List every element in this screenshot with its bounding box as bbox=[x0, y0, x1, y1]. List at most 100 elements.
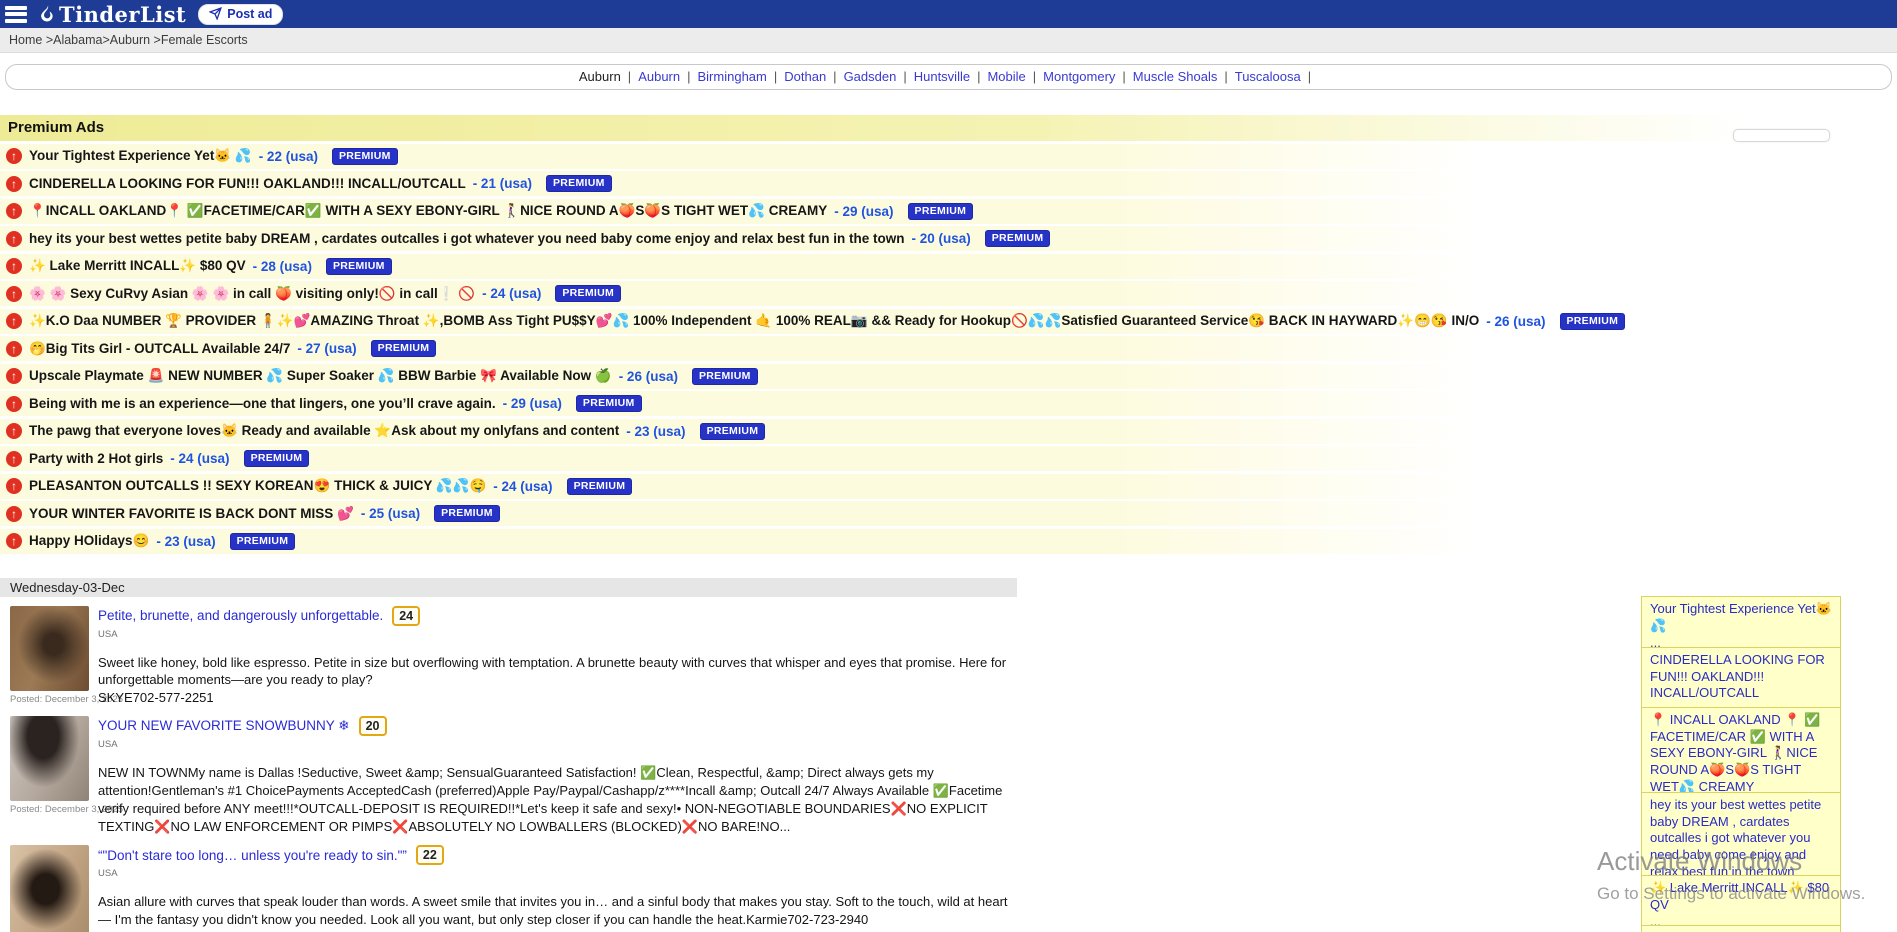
up-arrow-icon: ↑ bbox=[6, 148, 22, 164]
premium-ad-link[interactable]: PLEASANTON OUTCALLS !! SEXY KOREAN😍 THIC… bbox=[29, 478, 486, 494]
breadcrumb-bar: Home >Alabama>Auburn >Female Escorts bbox=[0, 28, 1897, 53]
hamburger-menu-icon[interactable] bbox=[5, 6, 27, 23]
listing-thumb-column: Posted: December 3, 2025 bbox=[10, 845, 89, 932]
premium-ad-link[interactable]: Upscale Playmate 🚨 NEW NUMBER 💦 Super So… bbox=[29, 368, 612, 384]
up-arrow-icon: ↑ bbox=[6, 231, 22, 247]
premium-ad-link[interactable]: 🤭Big Tits Girl - OUTCALL Available 24/7 bbox=[29, 341, 290, 357]
premium-ad-link[interactable]: Party with 2 Hot girls bbox=[29, 451, 163, 466]
premium-ad-link[interactable]: ✨K.O Daa NUMBER 🏆 PROVIDER 🧍✨💕AMAZING Th… bbox=[29, 313, 1479, 329]
city-link[interactable]: Montgomery bbox=[1043, 69, 1115, 84]
premium-ad-age: - 21 (usa) bbox=[473, 176, 532, 191]
premium-badge: PREMIUM bbox=[332, 148, 398, 165]
city-links: Auburn | Birmingham | Dothan | Gadsden | Huntsvi… bbox=[638, 69, 1318, 84]
city-separator: | bbox=[1308, 69, 1311, 84]
city-link[interactable]: Muscle Shoals bbox=[1133, 69, 1218, 84]
listing-thumb-column: Posted: December 3, 2025 bbox=[10, 716, 89, 836]
premium-ad-row: ↑ The pawg that everyone loves🐱 Ready an… bbox=[0, 419, 1897, 444]
premium-ad-row: ↑ Your Tightest Experience Yet🐱 💦 - 22 (… bbox=[0, 144, 1897, 169]
premium-ad-row: ↑ 🌸 🌸 Sexy CuRvy Asian 🌸 🌸 in call 🍑 vis… bbox=[0, 281, 1897, 306]
premium-badge: PREMIUM bbox=[1560, 313, 1626, 330]
premium-ad-link[interactable]: 📍INCALL OAKLAND📍 ✅FACETIME/CAR✅ WITH A S… bbox=[29, 203, 827, 219]
up-arrow-icon: ↑ bbox=[6, 451, 22, 467]
premium-ad-age: - 23 (usa) bbox=[156, 534, 215, 549]
listing-photo[interactable] bbox=[10, 845, 89, 932]
premium-badge: PREMIUM bbox=[546, 175, 612, 192]
listing-body: “"Don't stare too long… unless you're re… bbox=[98, 845, 1016, 932]
floating-box bbox=[1733, 129, 1830, 142]
premium-badge: PREMIUM bbox=[230, 533, 296, 550]
city-link[interactable]: Dothan bbox=[784, 69, 826, 84]
listing-description: NEW IN TOWNMy name is Dallas !Seductive,… bbox=[98, 764, 1016, 836]
premium-ad-link[interactable]: The pawg that everyone loves🐱 Ready and … bbox=[29, 423, 619, 439]
premium-ad-age: - 26 (usa) bbox=[619, 369, 678, 384]
premium-ad-age: - 28 (usa) bbox=[253, 259, 312, 274]
city-separator: | bbox=[628, 69, 631, 84]
premium-ad-age: - 24 (usa) bbox=[170, 451, 229, 466]
premium-ad-row: ↑ Being with me is an experience—one tha… bbox=[0, 391, 1897, 416]
listing-photo[interactable] bbox=[10, 606, 89, 691]
listing-country: USA bbox=[98, 629, 1016, 640]
sidebar-ad-box[interactable]: ✨ Lake Merritt INCALL✨ $80 QV ... bbox=[1641, 875, 1841, 932]
listings-list: Posted: December 3, 2025 Petite, brunett… bbox=[0, 606, 1897, 932]
city-separator: | bbox=[833, 69, 836, 84]
city-link[interactable]: Auburn bbox=[638, 69, 680, 84]
listing-row: Posted: December 3, 2025 YOUR NEW FAVORI… bbox=[10, 716, 1897, 836]
premium-ad-age: - 26 (usa) bbox=[1486, 314, 1545, 329]
premium-ad-link[interactable]: Being with me is an experience—one that … bbox=[29, 396, 496, 411]
top-bar: TinderList Post ad bbox=[0, 0, 1897, 28]
premium-ad-age: - 29 (usa) bbox=[834, 204, 893, 219]
listing-posted-date: Posted: December 3, 2025 bbox=[10, 694, 89, 705]
premium-ad-row: ↑ 📍INCALL OAKLAND📍 ✅FACETIME/CAR✅ WITH A… bbox=[0, 199, 1897, 224]
sidebar-ad-text: hey its your best wettes petite baby DRE… bbox=[1650, 797, 1832, 880]
listing-thumb-column: Posted: December 3, 2025 bbox=[10, 606, 89, 708]
listing-age-badge: 24 bbox=[392, 606, 420, 626]
city-link[interactable]: Tuscaloosa bbox=[1235, 69, 1301, 84]
city-link[interactable]: Birmingham bbox=[698, 69, 767, 84]
brand-logo[interactable]: TinderList bbox=[39, 2, 186, 27]
up-arrow-icon: ↑ bbox=[6, 203, 22, 219]
up-arrow-icon: ↑ bbox=[6, 258, 22, 274]
premium-ad-link[interactable]: CINDERELLA LOOKING FOR FUN!!! OAKLAND!!!… bbox=[29, 176, 466, 191]
up-arrow-icon: ↑ bbox=[6, 313, 22, 329]
city-link[interactable]: Gadsden bbox=[844, 69, 897, 84]
premium-ad-row: ↑ ✨ Lake Merritt INCALL✨ $80 QV - 28 (us… bbox=[0, 254, 1897, 279]
sidebar-ad-text: Your Tightest Experience Yet🐱 💦 bbox=[1650, 601, 1832, 634]
post-ad-button[interactable]: Post ad bbox=[198, 4, 283, 25]
listing-title-link[interactable]: Petite, brunette, and dangerously unforg… bbox=[98, 608, 383, 623]
premium-ad-link[interactable]: YOUR WINTER FAVORITE IS BACK DONT MISS 💕 bbox=[29, 506, 354, 522]
listing-row: Posted: December 3, 2025 “"Don't stare t… bbox=[10, 845, 1897, 932]
premium-badge: PREMIUM bbox=[371, 340, 437, 357]
premium-ad-age: - 20 (usa) bbox=[911, 231, 970, 246]
premium-ad-row: ↑ Upscale Playmate 🚨 NEW NUMBER 💦 Super … bbox=[0, 364, 1897, 389]
city-link[interactable]: Huntsville bbox=[914, 69, 970, 84]
city-link[interactable]: Mobile bbox=[987, 69, 1025, 84]
premium-ad-age: - 27 (usa) bbox=[297, 341, 356, 356]
up-arrow-icon: ↑ bbox=[6, 286, 22, 302]
up-arrow-icon: ↑ bbox=[6, 341, 22, 357]
premium-ad-link[interactable]: 🌸 🌸 Sexy CuRvy Asian 🌸 🌸 in call 🍑 visit… bbox=[29, 286, 475, 302]
premium-ad-age: - 25 (usa) bbox=[361, 506, 420, 521]
city-separator: | bbox=[977, 69, 980, 84]
city-separator: | bbox=[903, 69, 906, 84]
post-ad-label: Post ad bbox=[227, 7, 272, 21]
listing-description: Sweet like honey, bold like espresso. Pe… bbox=[98, 654, 1016, 708]
city-separator: | bbox=[1122, 69, 1125, 84]
premium-ad-link[interactable]: Happy HOlidays😊 bbox=[29, 533, 149, 549]
city-separator: | bbox=[687, 69, 690, 84]
flame-icon bbox=[39, 5, 55, 24]
premium-badge: PREMIUM bbox=[555, 285, 621, 302]
premium-ad-link[interactable]: hey its your best wettes petite baby DRE… bbox=[29, 231, 904, 246]
listing-body: Petite, brunette, and dangerously unforg… bbox=[98, 606, 1016, 708]
premium-ad-row: ↑ CINDERELLA LOOKING FOR FUN!!! OAKLAND!… bbox=[0, 171, 1897, 196]
premium-ad-link[interactable]: Your Tightest Experience Yet🐱 💦 bbox=[29, 148, 252, 164]
up-arrow-icon: ↑ bbox=[6, 478, 22, 494]
listing-title-link[interactable]: “"Don't stare too long… unless you're re… bbox=[98, 848, 407, 863]
city-current: Auburn bbox=[579, 69, 621, 84]
listing-photo[interactable] bbox=[10, 716, 89, 801]
listing-title-link[interactable]: YOUR NEW FAVORITE SNOWBUNNY ❄ bbox=[98, 718, 350, 734]
premium-ad-link[interactable]: ✨ Lake Merritt INCALL✨ $80 QV bbox=[29, 258, 246, 274]
sidebar-ad-box[interactable]: ... bbox=[1641, 925, 1841, 932]
listing-country: USA bbox=[98, 868, 1016, 879]
premium-badge: PREMIUM bbox=[434, 505, 500, 522]
breadcrumb[interactable]: Home >Alabama>Auburn >Female Escorts bbox=[9, 33, 248, 47]
